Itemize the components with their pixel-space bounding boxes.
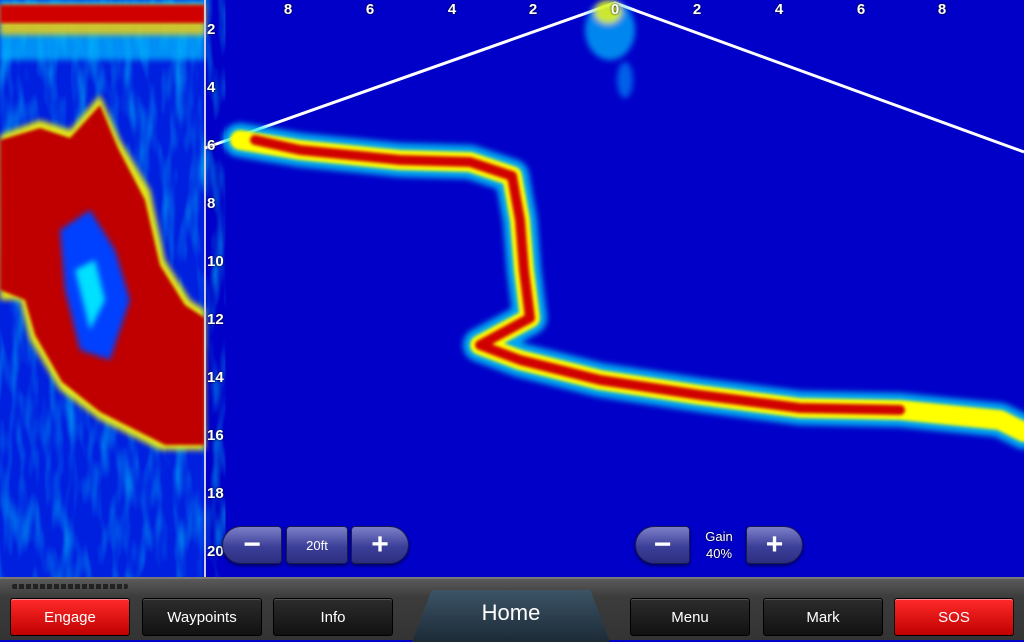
range-label: 6 (365, 1, 375, 18)
menu-button[interactable]: Menu (630, 598, 750, 636)
range-label: 8 (937, 1, 947, 18)
gain-increase-button[interactable]: + (746, 526, 803, 564)
depth-label: 18 (207, 485, 224, 502)
range-value-button[interactable]: 20ft (286, 526, 348, 564)
gain-label: Gain (705, 529, 733, 544)
page-indicator-dots (12, 584, 128, 589)
minus-icon: − (243, 528, 261, 561)
home-button[interactable]: Home (412, 590, 610, 642)
gain-decrease-button[interactable]: − (635, 526, 690, 564)
bottom-toolbar: Engage Waypoints Info Home Menu Mark SOS (0, 577, 1024, 642)
plus-icon: + (371, 528, 389, 561)
range-label: 6 (856, 1, 866, 18)
range-label: 4 (447, 1, 457, 18)
range-label: 2 (692, 1, 702, 18)
mark-button[interactable]: Mark (763, 598, 883, 636)
depth-label: 12 (207, 311, 224, 328)
info-button[interactable]: Info (273, 598, 393, 636)
range-label: 4 (774, 1, 784, 18)
sonar-display[interactable] (0, 0, 1024, 577)
engage-button[interactable]: Engage (10, 598, 130, 636)
gain-readout: Gain 40% (690, 528, 748, 562)
range-value: 20ft (306, 537, 328, 553)
waypoints-button[interactable]: Waypoints (142, 598, 262, 636)
gain-value: 40% (705, 546, 733, 561)
depth-label: 8 (207, 195, 216, 212)
depth-label: 4 (207, 79, 216, 96)
plus-icon: + (765, 528, 784, 561)
range-decrease-button[interactable]: − (222, 526, 282, 564)
sonar-history-panel (0, 0, 206, 577)
depth-label: 6 (207, 137, 216, 154)
range-label: 2 (528, 1, 538, 18)
range-label: 0 (610, 1, 620, 18)
home-label: Home (481, 600, 541, 625)
range-label: 8 (283, 1, 293, 18)
depth-label: 16 (207, 427, 224, 444)
minus-icon: − (653, 528, 672, 561)
depth-label: 14 (207, 369, 224, 386)
depth-label: 2 (207, 21, 216, 38)
sos-button[interactable]: SOS (894, 598, 1014, 636)
range-increase-button[interactable]: + (351, 526, 409, 564)
depth-label: 10 (207, 253, 224, 270)
